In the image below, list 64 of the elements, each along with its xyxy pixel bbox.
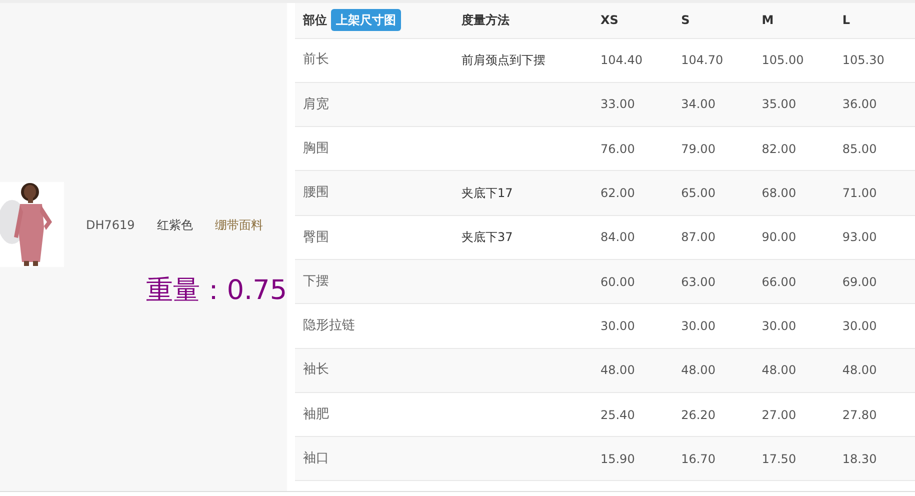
part-name: 腰围 [303,185,329,200]
size-value: 48.00 [600,363,635,378]
size-value: 93.00 [842,230,877,244]
size-value: 18.30 [842,452,877,466]
column-header: 部位 [303,13,327,28]
size-value: 30.00 [600,318,635,333]
column-header: M [762,13,774,28]
color-name: 红紫色 [156,216,193,234]
size-value: 87.00 [681,230,716,244]
measure-method: 夹底下37 [461,230,513,244]
size-value: 104.40 [600,53,642,68]
part-name: 袖长 [303,362,329,378]
part-name: 下摆 [303,274,329,289]
size-value: 105.00 [762,53,804,68]
size-value: 33.00 [600,97,635,112]
size-value: 85.00 [842,142,877,156]
part-name: 肩宽 [303,96,329,112]
size-value: 60.00 [600,274,635,289]
size-value: 71.00 [842,186,877,200]
size-value: 15.90 [600,452,635,466]
part-name: 袖口 [303,451,329,466]
size-value: 27.80 [842,408,877,422]
part-name: 袖肥 [303,406,329,422]
size-value: 25.40 [600,408,635,422]
size-value: 48.00 [762,363,796,378]
size-value: 34.00 [681,97,716,112]
size-value: 30.00 [842,318,877,333]
part-name: 臀围 [303,230,329,245]
size-value: 48.00 [842,363,877,378]
column-header: S [681,13,690,28]
size-value: 30.00 [762,318,796,333]
size-value: 63.00 [681,274,716,289]
size-value: 66.00 [762,274,796,289]
part-name: 隐形拉链 [303,318,355,334]
material-name: 绷带面料 [214,216,263,234]
measure-method: 夹底下17 [461,186,513,200]
size-value: 84.00 [600,230,635,244]
size-value: 79.00 [681,142,716,156]
column-header: XS [600,13,618,28]
size-value: 104.70 [681,53,724,68]
measure-method: 前肩颈点到下摆 [461,53,546,68]
size-value: 105.30 [842,53,884,68]
size-value: 62.00 [600,186,635,200]
column-header: L [842,13,850,28]
size-value: 76.00 [600,142,635,156]
weight-text: 重量：0.75 [144,274,287,308]
size-value: 16.70 [681,452,716,466]
size-value: 82.00 [762,142,796,156]
size-value: 17.50 [762,452,796,466]
size-value: 35.00 [762,97,796,112]
size-value: 27.00 [762,408,796,422]
column-header: 度量方法 [461,13,510,28]
part-name: 胸围 [303,140,329,156]
size-value: 30.00 [681,318,716,333]
size-value: 65.00 [681,186,716,200]
product-code: DH7619 [86,216,135,234]
size-value: 90.00 [762,230,796,244]
part-name: 前长 [303,52,329,68]
size-chart-tag[interactable]: 上架尺寸图 [331,9,401,32]
size-value: 36.00 [842,97,877,112]
size-value: 68.00 [762,186,796,200]
size-value: 26.20 [681,408,716,422]
size-value: 48.00 [681,363,716,378]
size-value: 69.00 [842,274,877,289]
